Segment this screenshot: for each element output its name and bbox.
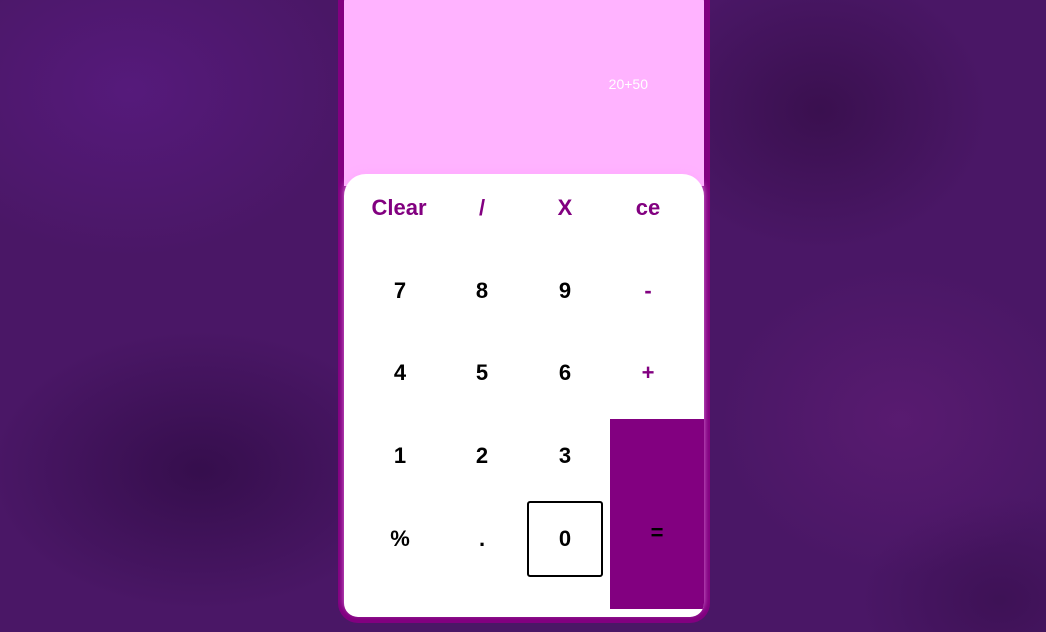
- decimal-point-button[interactable]: .: [444, 501, 520, 577]
- equals-button[interactable]: =: [610, 419, 704, 609]
- digit-0-button[interactable]: 0: [527, 501, 603, 577]
- digit-4-button[interactable]: 4: [362, 335, 438, 411]
- divide-button[interactable]: /: [444, 174, 520, 246]
- clear-entry-button[interactable]: ce: [610, 174, 686, 246]
- multiply-button[interactable]: X: [527, 174, 603, 246]
- digit-2-button[interactable]: 2: [444, 418, 520, 494]
- percent-button[interactable]: %: [362, 501, 438, 577]
- calculator-keypad: Clear / X ce 7 8 9 - 4 5 6 + 1 2 3 % . 0…: [344, 174, 704, 617]
- clear-button[interactable]: Clear: [361, 174, 437, 246]
- digit-5-button[interactable]: 5: [444, 335, 520, 411]
- digit-8-button[interactable]: 8: [444, 253, 520, 329]
- digit-6-button[interactable]: 6: [527, 335, 603, 411]
- digit-3-button[interactable]: 3: [527, 418, 603, 494]
- minus-button[interactable]: -: [610, 253, 686, 329]
- digit-9-button[interactable]: 9: [527, 253, 603, 329]
- plus-button[interactable]: +: [610, 335, 686, 411]
- digit-7-button[interactable]: 7: [362, 253, 438, 329]
- calculator-display: 20+50: [344, 0, 704, 186]
- digit-1-button[interactable]: 1: [362, 418, 438, 494]
- display-expression: 20+50: [608, 76, 648, 92]
- calculator: 20+50 Clear / X ce 7 8 9 - 4 5 6 + 1 2 3…: [338, 0, 710, 623]
